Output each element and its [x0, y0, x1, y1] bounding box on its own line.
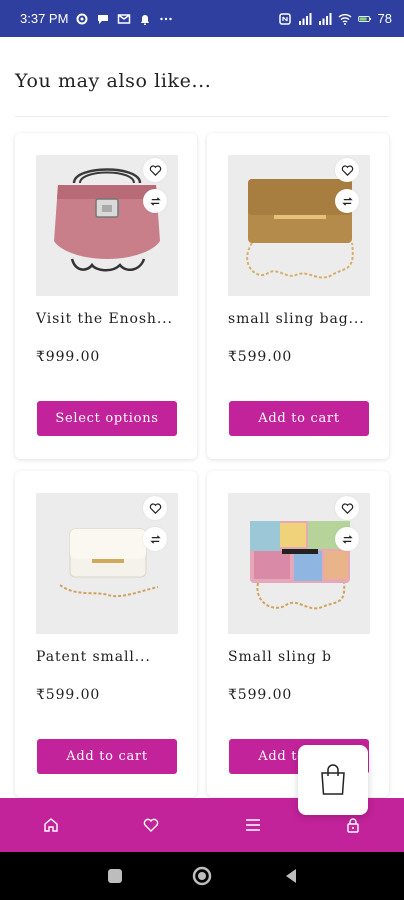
product-card[interactable]: small sling bag... ₹599.00 Add to cart	[207, 133, 389, 459]
back-icon[interactable]	[282, 867, 300, 885]
recents-icon[interactable]	[106, 867, 124, 885]
battery-level: 78	[377, 11, 392, 26]
product-price: ₹999.00	[36, 349, 101, 365]
chat-icon	[96, 12, 110, 26]
compare-icon	[149, 534, 161, 544]
lock-icon	[347, 818, 359, 833]
signal-icon	[318, 12, 332, 26]
battery-icon	[357, 12, 372, 26]
compare-icon	[341, 196, 353, 206]
title-divider	[15, 116, 389, 117]
product-price: ₹599.00	[228, 349, 293, 365]
status-bar: 3:37 PM 78	[0, 0, 404, 37]
product-name[interactable]: small sling bag...	[228, 311, 373, 327]
wishlist-button[interactable]	[335, 496, 359, 520]
wishlist-button[interactable]	[143, 496, 167, 520]
status-right: 78	[278, 11, 392, 26]
status-time: 3:37 PM	[20, 11, 69, 26]
notification-icon	[138, 12, 152, 26]
heart-icon	[341, 164, 353, 176]
product-price: ₹599.00	[228, 687, 293, 703]
more-icon	[159, 12, 173, 26]
home-button-icon[interactable]	[192, 866, 212, 886]
heart-icon	[149, 502, 161, 514]
settings-icon	[75, 12, 89, 26]
add-to-cart-button[interactable]: Add to cart	[229, 401, 369, 436]
heart-icon	[149, 164, 161, 176]
wishlist-button[interactable]	[335, 158, 359, 182]
section-title: You may also like...	[15, 70, 212, 92]
product-price: ₹599.00	[36, 687, 101, 703]
gmail-icon	[117, 12, 131, 26]
status-left: 3:37 PM	[20, 11, 173, 26]
compare-button[interactable]	[143, 527, 167, 551]
select-options-button[interactable]: Select options	[37, 401, 177, 436]
heart-icon	[341, 502, 353, 514]
product-name[interactable]: Visit the Enosh...	[36, 311, 181, 327]
compare-icon	[341, 534, 353, 544]
product-card[interactable]: Patent small... ₹599.00 Add to cart	[15, 471, 197, 797]
product-name[interactable]: Small sling b	[228, 649, 373, 665]
add-to-cart-button[interactable]: Add to cart	[37, 739, 177, 774]
nav-home[interactable]	[42, 816, 60, 834]
nav-wishlist[interactable]	[142, 816, 160, 834]
signal-icon	[298, 12, 312, 26]
heart-icon	[143, 818, 159, 832]
nfc-icon	[278, 12, 292, 26]
product-card[interactable]: Visit the Enosh... ₹999.00 Select option…	[15, 133, 197, 459]
compare-icon	[149, 196, 161, 206]
floating-cart-button[interactable]	[298, 745, 368, 815]
menu-icon	[246, 819, 260, 831]
wishlist-button[interactable]	[143, 158, 167, 182]
compare-button[interactable]	[143, 189, 167, 213]
home-icon	[44, 818, 58, 832]
nav-menu[interactable]	[244, 816, 262, 834]
compare-button[interactable]	[335, 189, 359, 213]
shopping-bag-icon	[321, 764, 345, 795]
compare-button[interactable]	[335, 527, 359, 551]
system-navigation-bar	[0, 852, 404, 900]
wifi-icon	[338, 12, 352, 26]
nav-account[interactable]	[344, 816, 362, 834]
product-name[interactable]: Patent small...	[36, 649, 181, 665]
